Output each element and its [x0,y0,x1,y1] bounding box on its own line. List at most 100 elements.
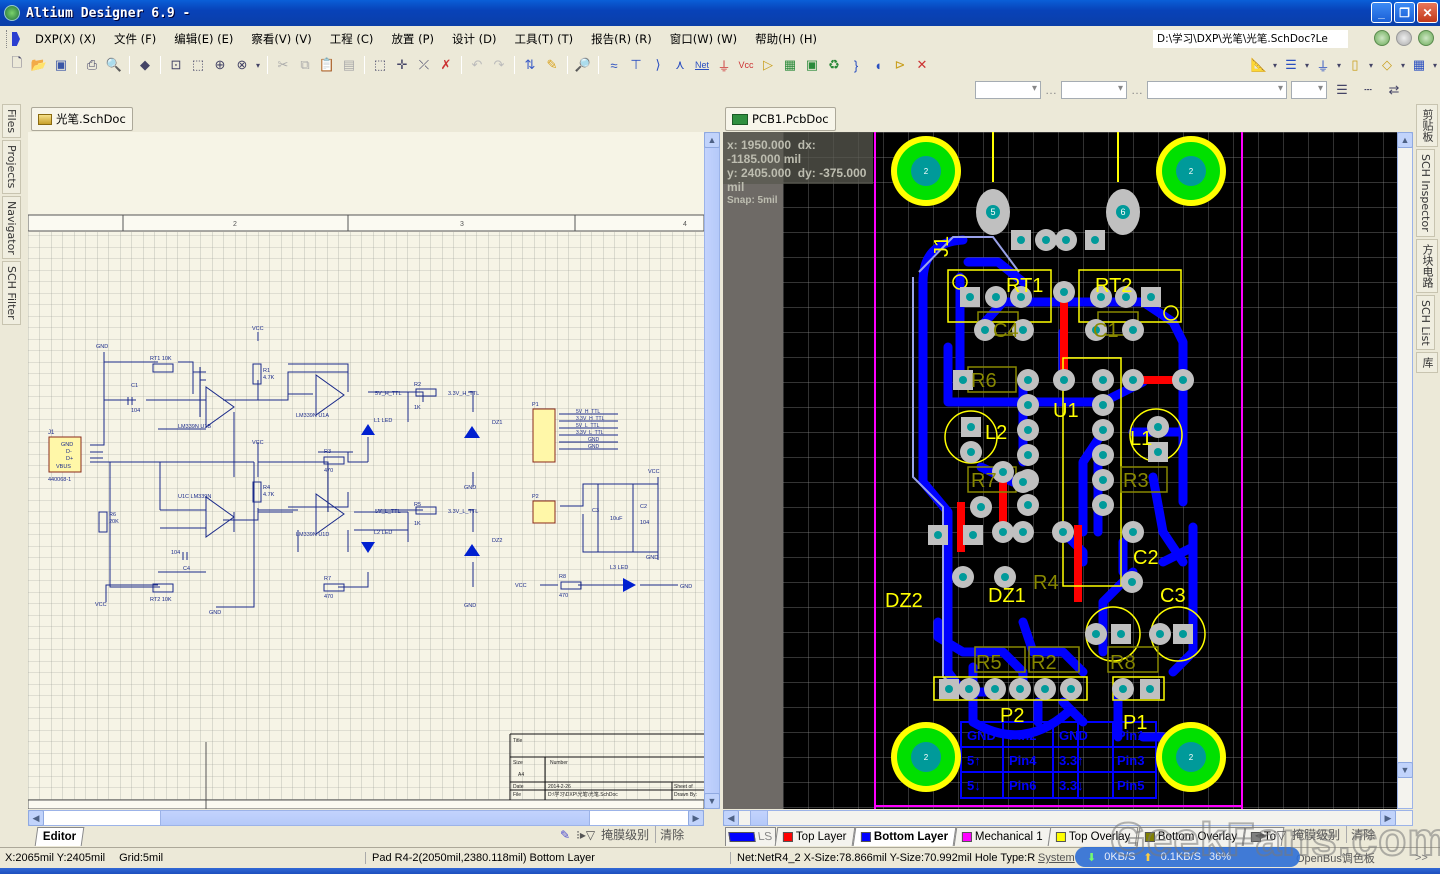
panel-tab-sch-filter[interactable]: SCH Filter [2,261,21,326]
dropdown-arrow-icon[interactable]: ▾ [1335,55,1343,75]
scroll-up-icon[interactable]: ▲ [704,132,720,148]
clear-button[interactable]: 清除 [655,826,684,843]
scroll-down-icon[interactable]: ▼ [704,793,720,809]
zoom-area-icon[interactable]: ⬚ [188,55,208,75]
menu-view[interactable]: 察看(V) (V) [242,29,320,49]
panel-tab-sch-list[interactable]: SCH List [1416,294,1435,351]
paste-icon[interactable]: 📋 [317,55,337,75]
menu-file[interactable]: 文件 (F) [105,29,165,49]
scroll-up-icon[interactable]: ▲ [1397,132,1413,148]
cut-icon[interactable]: ✂ [273,55,293,75]
net-label-icon[interactable]: Net [692,55,712,75]
menu-project[interactable]: 工程 (C) [321,29,383,49]
menu-edit[interactable]: 编辑(E) (E) [165,29,242,49]
redo-icon[interactable]: ↷ [489,55,509,75]
scroll-down-icon[interactable]: ▼ [1397,762,1413,778]
cross-probe-icon[interactable]: ✎ [542,55,562,75]
zoom-fit-icon[interactable]: ⊡ [166,55,186,75]
layer-tab-top-overlay[interactable]: Top Overlay [1048,827,1140,846]
menu-help[interactable]: 帮助(H) (H) [746,29,826,49]
panel-button-system[interactable]: System [1038,852,1075,864]
device-sheet-icon[interactable]: ♻ [824,55,844,75]
forward-icon[interactable] [1396,30,1412,46]
mask-level-button[interactable]: 掩膜级别 [1292,826,1340,843]
gnd-port-icon[interactable]: ⏚ [714,55,734,75]
part-icon[interactable]: ▷ [758,55,778,75]
panel-tab-clipboard[interactable]: 剪贴板 [1416,104,1438,147]
dropdown-arrow-icon[interactable]: ▾ [1303,55,1311,75]
mask-level-button[interactable]: 掩膜级别 [601,826,649,843]
menu-design[interactable]: 设计 (D) [443,29,505,49]
schematic-editor-canvas[interactable]: 2 3 4 J1 GND D- D+ VBUS 440068-1 RT1 10K… [28,132,704,809]
tab-pcbdoc[interactable]: PCB1.PcbDoc [725,107,836,131]
dropdown-arrow-icon[interactable]: ▾ [1431,55,1439,75]
move-icon[interactable]: ✛ [392,55,412,75]
power-tools-icon[interactable]: ⏚ [1313,55,1333,75]
select-area-icon[interactable]: ⬚ [370,55,390,75]
schematic-vertical-scrollbar[interactable] [704,132,720,809]
panel-tab-library[interactable]: 库 [1416,352,1438,374]
layer-set-selector[interactable]: LS [725,827,777,846]
menu-dxp[interactable]: DXP(X) (X) [26,29,105,49]
tab-scroll-arrows-icon[interactable]: ◂▸ [1255,828,1267,842]
browse-library-icon[interactable]: 🔎 [573,55,593,75]
bus-entry-icon[interactable]: ⟩ [648,55,668,75]
eraser-icon[interactable]: ✎ [560,828,570,842]
menu-reports[interactable]: 报告(R) (R) [582,29,661,49]
zoom-selected-icon[interactable]: ⊕ [210,55,230,75]
3d-icon[interactable]: ◆ [135,55,155,75]
dropdown-arrow-icon[interactable]: ▾ [1367,55,1375,75]
new-icon[interactable]: 🗋 [7,55,27,75]
clear-button[interactable]: 清除 [1346,826,1375,843]
home-icon[interactable] [1418,30,1434,46]
print-preview-icon[interactable]: 🔍 [104,55,124,75]
more-panels-button[interactable]: >> [1415,852,1428,864]
zoom-filter-icon[interactable]: ⊗ [232,55,252,75]
swap-icon[interactable]: ⇄ [1384,80,1404,100]
pcb-hscroll-thumb[interactable] [750,810,768,826]
vcc-port-icon[interactable]: Vcc [736,55,756,75]
font-combo[interactable] [975,81,1041,99]
print-icon[interactable]: ⎙ [82,55,102,75]
save-icon[interactable]: ▣ [51,55,71,75]
undo-icon[interactable]: ↶ [467,55,487,75]
panel-tab-projects[interactable]: Projects [2,140,21,194]
back-icon[interactable] [1374,30,1390,46]
clear-filter-icon[interactable]: ✗ [436,55,456,75]
dropdown-arrow-icon[interactable]: ▾ [254,55,262,75]
close-button[interactable]: ✕ [1417,2,1438,23]
panel-tab-sch-inspector[interactable]: SCH Inspector [1416,149,1435,237]
dropdown-arrow-icon[interactable]: ▾ [1271,55,1279,75]
pcb-horizontal-scrollbar[interactable] [723,810,1413,826]
scroll-right-icon[interactable]: ▶ [688,810,704,826]
port-line-icon[interactable]: ⋏ [670,55,690,75]
panel-button-openbus[interactable]: OpenBus调色板 [1296,850,1375,866]
size-combo[interactable] [1061,81,1127,99]
scroll-right-icon[interactable]: ▶ [1380,810,1396,826]
sheet-tools-icon[interactable]: ☰ [1281,55,1301,75]
menu-tools[interactable]: 工具(T) (T) [506,29,583,49]
digital-devices-icon[interactable]: ▯ [1345,55,1365,75]
minimize-button[interactable]: _ [1371,2,1392,23]
open-icon[interactable]: 📂 [29,55,49,75]
scroll-left-icon[interactable]: ◀ [723,810,739,826]
style-combo[interactable] [1147,81,1287,99]
hierarchy-icon[interactable]: ⇅ [520,55,540,75]
restore-button[interactable]: ❐ [1394,2,1415,23]
sheet-symbol-icon[interactable]: ▦ [780,55,800,75]
layer-tab-bottom-overlay[interactable]: Bottom Overlay [1136,827,1246,846]
copy-icon[interactable]: ⧉ [295,55,315,75]
pcb-editor-canvas[interactable]: 2 2 2 2 56 J1 RT1 RT2 U1 L2 L1 C2 C3 DZ2 DZ1 P2 P1 … [723,132,1397,809]
width-combo[interactable] [1291,81,1327,99]
layer-tab-top[interactable]: Top Layer [774,827,855,846]
align-tools-icon[interactable]: 📐 [1249,55,1269,75]
filter-icon[interactable]: ⁝▸▽ [576,828,595,842]
dropdown-arrow-icon[interactable]: ▾ [1399,55,1407,75]
menu-window[interactable]: 窗口(W) (W) [661,29,746,49]
line-width-icon[interactable]: ☰ [1332,80,1352,100]
deselect-icon[interactable]: ⤫ [414,55,434,75]
bus-icon[interactable]: ⊤ [626,55,646,75]
line-style-icon[interactable]: ┄ [1358,80,1378,100]
tab-schdoc[interactable]: 光笔.SchDoc [31,107,133,131]
wire-icon[interactable]: ≈ [604,55,624,75]
